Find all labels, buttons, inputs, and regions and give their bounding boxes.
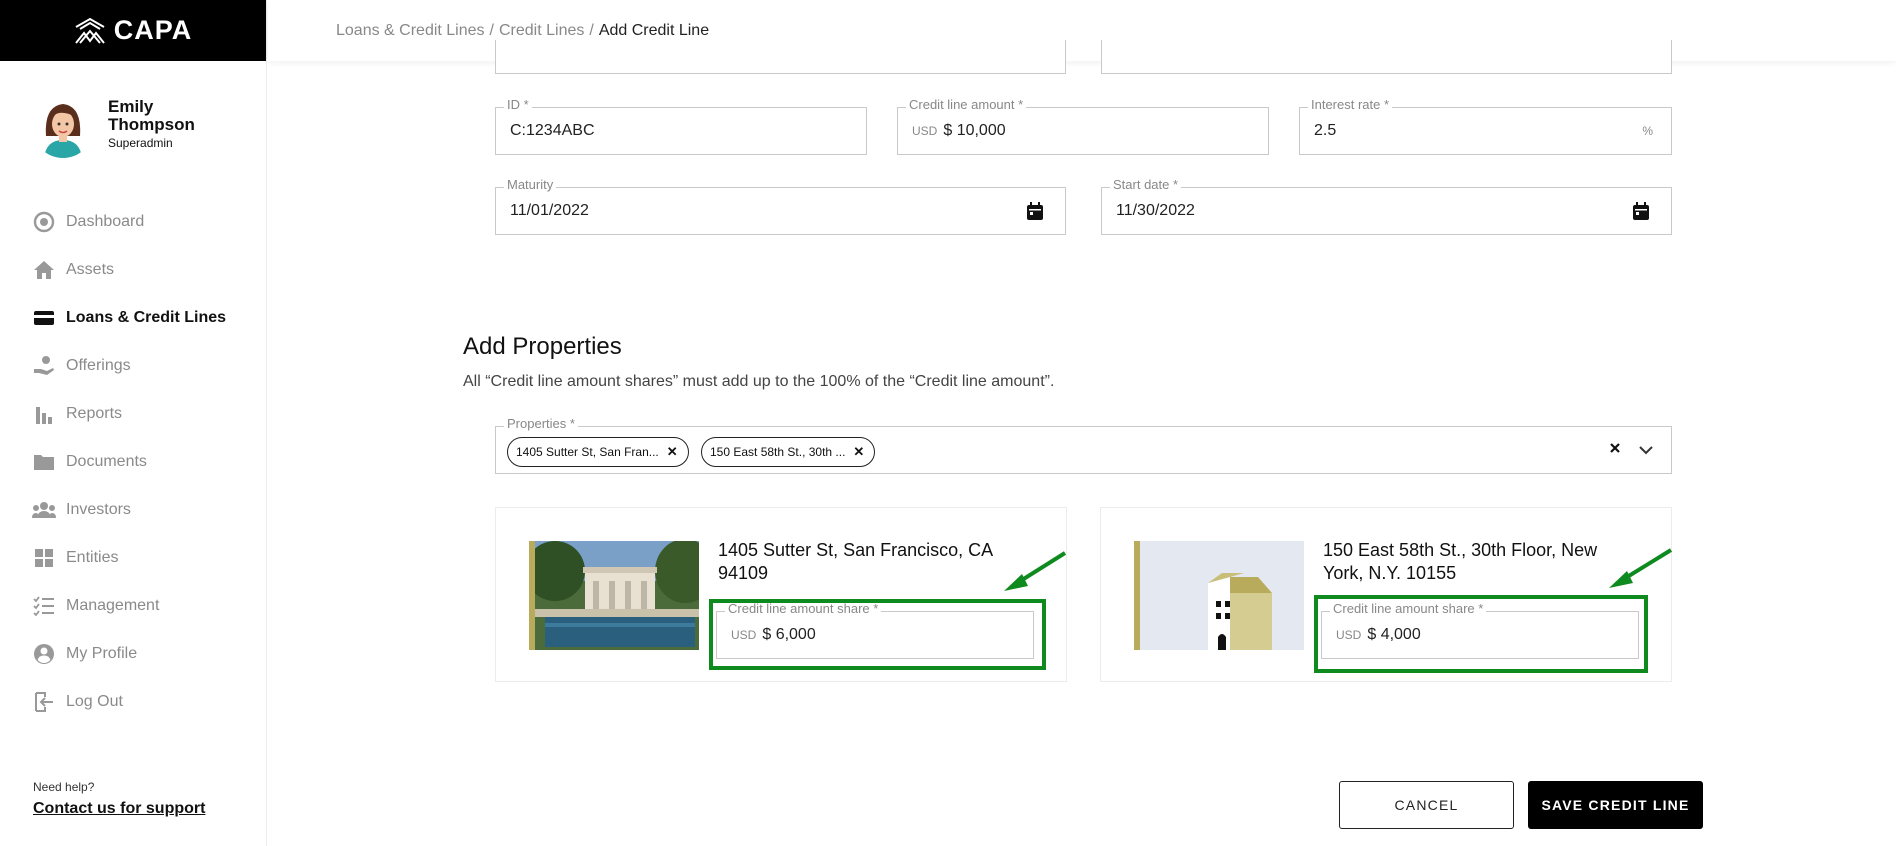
start-date-value: 11/30/2022 — [1116, 202, 1195, 219]
section-note: All “Credit line amount shares” must add… — [463, 373, 1055, 390]
interest-rate-field[interactable]: Interest rate * 2.5 % — [1299, 97, 1672, 155]
percent-suffix: % — [1642, 124, 1653, 138]
sidebar: CAPA Emily Thompson Superadmin Dashboard — [0, 0, 267, 846]
arrow-annotation — [1609, 548, 1673, 588]
logo-text: CAPA — [113, 15, 193, 45]
chevron-down-icon[interactable] — [1639, 442, 1653, 460]
sidebar-item-label: Loans & Credit Lines — [66, 309, 227, 326]
hand-coin-icon — [32, 354, 56, 378]
property-address: 1405 Sutter St, San Francisco, CA 94109 — [718, 540, 993, 583]
section-title: Add Properties — [463, 333, 622, 360]
sidebar-item-my-profile[interactable]: My Profile — [32, 630, 226, 678]
save-credit-line-button[interactable]: SAVE CREDIT LINE — [1528, 781, 1703, 829]
start-date-field[interactable]: Start date * 11/30/2022 — [1101, 177, 1672, 235]
sidebar-item-log-out[interactable]: Log Out — [32, 678, 226, 726]
calendar-icon[interactable] — [1633, 188, 1649, 234]
chip-label: 1405 Sutter St, San Fran... — [516, 445, 659, 459]
sidebar-item-label: Dashboard — [66, 213, 145, 230]
cancel-button[interactable]: CANCEL — [1339, 781, 1514, 829]
credit-card-icon — [32, 306, 56, 330]
sidebar-item-documents[interactable]: Documents — [32, 438, 226, 486]
logout-icon — [32, 690, 56, 714]
highlight-box — [1314, 595, 1648, 673]
id-value: C:1234ABC — [510, 122, 595, 139]
logo[interactable]: CAPA — [0, 0, 266, 61]
sidebar-item-investors[interactable]: Investors — [32, 486, 226, 534]
sidebar-item-management[interactable]: Management — [32, 582, 226, 630]
sidebar-item-label: My Profile — [66, 645, 138, 662]
bar-chart-icon — [32, 402, 56, 426]
grid-icon — [32, 546, 56, 570]
help-text: Need help? — [33, 780, 95, 794]
contact-support-link[interactable]: Contact us for support — [33, 800, 205, 818]
sidebar-item-label: Documents — [66, 453, 147, 470]
sidebar-item-reports[interactable]: Reports — [32, 390, 226, 438]
sidebar-item-label: Management — [66, 597, 160, 614]
capa-logo-icon — [74, 17, 105, 44]
sidebar-item-entities[interactable]: Entities — [32, 534, 226, 582]
properties-label: Properties * — [504, 416, 578, 431]
breadcrumb-item-credit-lines[interactable]: Credit Lines — [499, 22, 584, 40]
breadcrumb-current: Add Credit Line — [598, 21, 710, 39]
dashboard-icon — [32, 210, 56, 234]
avatar — [32, 96, 94, 158]
maturity-value: 11/01/2022 — [510, 202, 589, 219]
profile-icon — [32, 642, 56, 666]
maturity-field[interactable]: Maturity 11/01/2022 — [495, 177, 1066, 235]
property-chip[interactable]: 1405 Sutter St, San Fran... ✕ — [507, 437, 689, 467]
people-icon — [32, 498, 56, 522]
sidebar-item-dashboard[interactable]: Dashboard — [32, 198, 226, 246]
folder-icon — [32, 450, 56, 474]
help-section: Need help? Contact us for support — [33, 780, 205, 818]
sidebar-item-label: Reports — [66, 405, 123, 422]
property-placeholder-image — [1140, 541, 1304, 650]
currency-prefix: USD — [912, 124, 938, 138]
interest-rate-value: 2.5 — [1314, 122, 1337, 139]
highlight-box — [709, 599, 1046, 670]
user-profile: Emily Thompson Superadmin — [32, 96, 208, 158]
home-icon — [32, 258, 56, 282]
chip-label: 150 East 58th St., 30th ... — [710, 445, 846, 459]
breadcrumb-separator: / — [489, 21, 494, 39]
property-address: 150 East 58th St., 30th Floor, New York,… — [1323, 540, 1598, 583]
close-icon[interactable]: ✕ — [667, 444, 678, 460]
sidebar-item-offerings[interactable]: Offerings — [32, 342, 226, 390]
clear-icon[interactable] — [1609, 441, 1621, 459]
sidebar-item-loans-credit-lines[interactable]: Loans & Credit Lines — [32, 294, 226, 342]
sidebar-item-label: Entities — [66, 549, 119, 566]
sidebar-item-label: Assets — [66, 261, 115, 278]
property-chip[interactable]: 150 East 58th St., 30th ... ✕ — [701, 437, 876, 467]
id-field[interactable]: ID * C:1234ABC — [495, 97, 867, 155]
sidebar-item-label: Offerings — [66, 357, 131, 374]
breadcrumb-separator: / — [589, 21, 594, 39]
sidebar-item-label: Log Out — [66, 693, 123, 710]
sidebar-nav: Dashboard Assets Loans & Credit Lines Of… — [32, 198, 226, 726]
arrow-annotation — [1004, 551, 1067, 591]
user-name: Emily Thompson — [108, 97, 195, 134]
sidebar-item-assets[interactable]: Assets — [32, 246, 226, 294]
credit-line-amount-value: $ 10,000 — [943, 122, 1006, 139]
calendar-icon[interactable] — [1027, 188, 1043, 234]
checklist-icon — [32, 594, 56, 618]
breadcrumb-item-loans[interactable]: Loans & Credit Lines — [336, 22, 485, 40]
credit-line-amount-field[interactable]: Credit line amount * USD $ 10,000 — [897, 97, 1269, 155]
field-partial-left[interactable] — [495, 40, 1066, 74]
field-partial-right[interactable] — [1101, 40, 1672, 74]
user-role: Superadmin — [108, 136, 173, 150]
sidebar-item-label: Investors — [66, 501, 131, 518]
close-icon[interactable]: ✕ — [853, 444, 864, 460]
property-image — [535, 541, 699, 650]
